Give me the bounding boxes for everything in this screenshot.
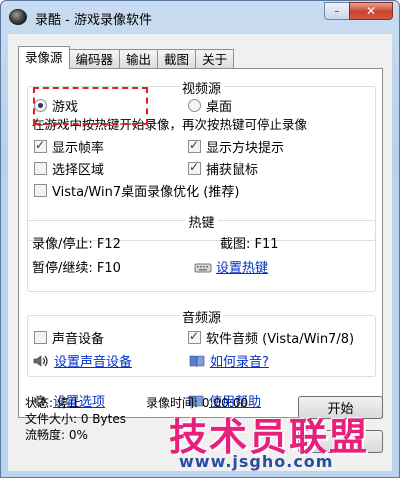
- set-hotkeys-link[interactable]: 设置热键: [194, 257, 268, 276]
- aero-optimize-label: Vista/Win7桌面录像优化 (推荐): [52, 185, 240, 200]
- video-source-title: 视频源: [178, 82, 224, 97]
- show-block-hint-checkbox[interactable]: 显示方块提示: [188, 137, 284, 156]
- hotkey-hint: 在游戏中按热键开始录像，再次按热键可停止录像: [32, 117, 308, 132]
- book-icon: [189, 355, 205, 367]
- watermark-url-text: www.jsgho.com: [179, 452, 334, 471]
- tab-strip: 录像源 编码器 输出 截图 关于: [18, 46, 235, 69]
- hotkey-record-stop: 录像/停止: F12: [32, 237, 121, 252]
- minimize-button[interactable]: –: [324, 2, 350, 20]
- speaker-icon: [33, 354, 48, 367]
- radio-game-label: 游戏: [52, 100, 79, 115]
- close-button[interactable]: ✕: [349, 2, 393, 20]
- audio-source-group: 音频源 声音设备 软件音频 (Vista/Win7/8) 设置声音设备: [27, 311, 376, 377]
- hotkeys-group: 热键 录像/停止: F12 截图: F11 暂停/继续: F10 设置热键: [27, 216, 376, 292]
- audio-source-title: 音频源: [178, 311, 224, 326]
- sound-device-checkbox[interactable]: 声音设备: [34, 328, 104, 347]
- status-file-size: 文件大小: 0 Bytes: [25, 412, 126, 426]
- radio-desktop-indicator[interactable]: [188, 99, 201, 112]
- select-region-checkbox[interactable]: 选择区域: [34, 159, 104, 178]
- sound-device-label: 声音设备: [52, 332, 105, 347]
- show-block-hint-label: 显示方块提示: [206, 141, 285, 156]
- capture-mouse-checkbox[interactable]: 捕获鼠标: [188, 159, 258, 178]
- software-audio-checkbox[interactable]: 软件音频 (Vista/Win7/8): [188, 328, 354, 347]
- radio-game-indicator[interactable]: [34, 99, 47, 112]
- hotkey-pause-resume: 暂停/继续: F10: [32, 261, 121, 276]
- tab-about[interactable]: 关于: [195, 49, 235, 69]
- capture-mouse-label: 捕获鼠标: [206, 163, 259, 178]
- status-smoothness: 流畅度: 0%: [25, 428, 88, 442]
- app-icon: [9, 9, 27, 25]
- software-audio-check[interactable]: [188, 329, 201, 344]
- window-title: 录酷 - 游戏录像软件: [35, 13, 152, 28]
- tab-panel: 视频源 游戏 桌面 在游戏中按热键开始录像，再次按热键可停止录像 显示帧率 显示…: [18, 68, 383, 418]
- tab-record-source[interactable]: 录像源: [18, 46, 70, 69]
- show-block-hint-check[interactable]: [188, 138, 201, 153]
- hotkeys-title: 热键: [185, 216, 218, 231]
- show-fps-check[interactable]: [34, 138, 47, 153]
- software-audio-label: 软件音频 (Vista/Win7/8): [206, 332, 355, 347]
- watermark: 技术员联盟 www.jsgho.com: [169, 406, 399, 476]
- tab-screenshot[interactable]: 截图: [157, 49, 197, 69]
- aero-optimize-checkbox[interactable]: Vista/Win7桌面录像优化 (推荐): [34, 181, 239, 200]
- radio-desktop[interactable]: 桌面: [188, 96, 232, 115]
- select-region-label: 选择区域: [52, 163, 105, 178]
- radio-desktop-label: 桌面: [206, 100, 233, 115]
- status-state: 状态: 停止: [25, 396, 81, 410]
- keyboard-icon: [194, 263, 212, 272]
- set-sound-device-link[interactable]: 设置声音设备: [32, 351, 132, 370]
- how-to-record-link[interactable]: 如何录音?: [188, 351, 269, 370]
- radio-game[interactable]: 游戏: [34, 96, 78, 115]
- tab-output[interactable]: 输出: [119, 49, 159, 69]
- show-fps-label: 显示帧率: [52, 141, 105, 156]
- sound-device-check[interactable]: [34, 331, 47, 344]
- set-sound-device-label[interactable]: 设置声音设备: [54, 351, 132, 370]
- window-controls: – ✕: [324, 2, 393, 20]
- select-region-check[interactable]: [34, 162, 47, 175]
- aero-optimize-check[interactable]: [34, 184, 47, 197]
- capture-mouse-check[interactable]: [188, 160, 201, 175]
- show-fps-checkbox[interactable]: 显示帧率: [34, 137, 104, 156]
- title-bar[interactable]: 录酷 - 游戏录像软件 – ✕: [1, 1, 399, 33]
- how-to-record-label[interactable]: 如何录音?: [210, 351, 269, 370]
- tab-encoder[interactable]: 编码器: [68, 49, 121, 69]
- set-hotkeys-label[interactable]: 设置热键: [216, 257, 268, 276]
- app-window: 录酷 - 游戏录像软件 – ✕ 录像源 编码器 输出 截图 关于 视频源 游戏: [0, 0, 400, 478]
- hotkey-screenshot: 截图: F11: [220, 237, 279, 252]
